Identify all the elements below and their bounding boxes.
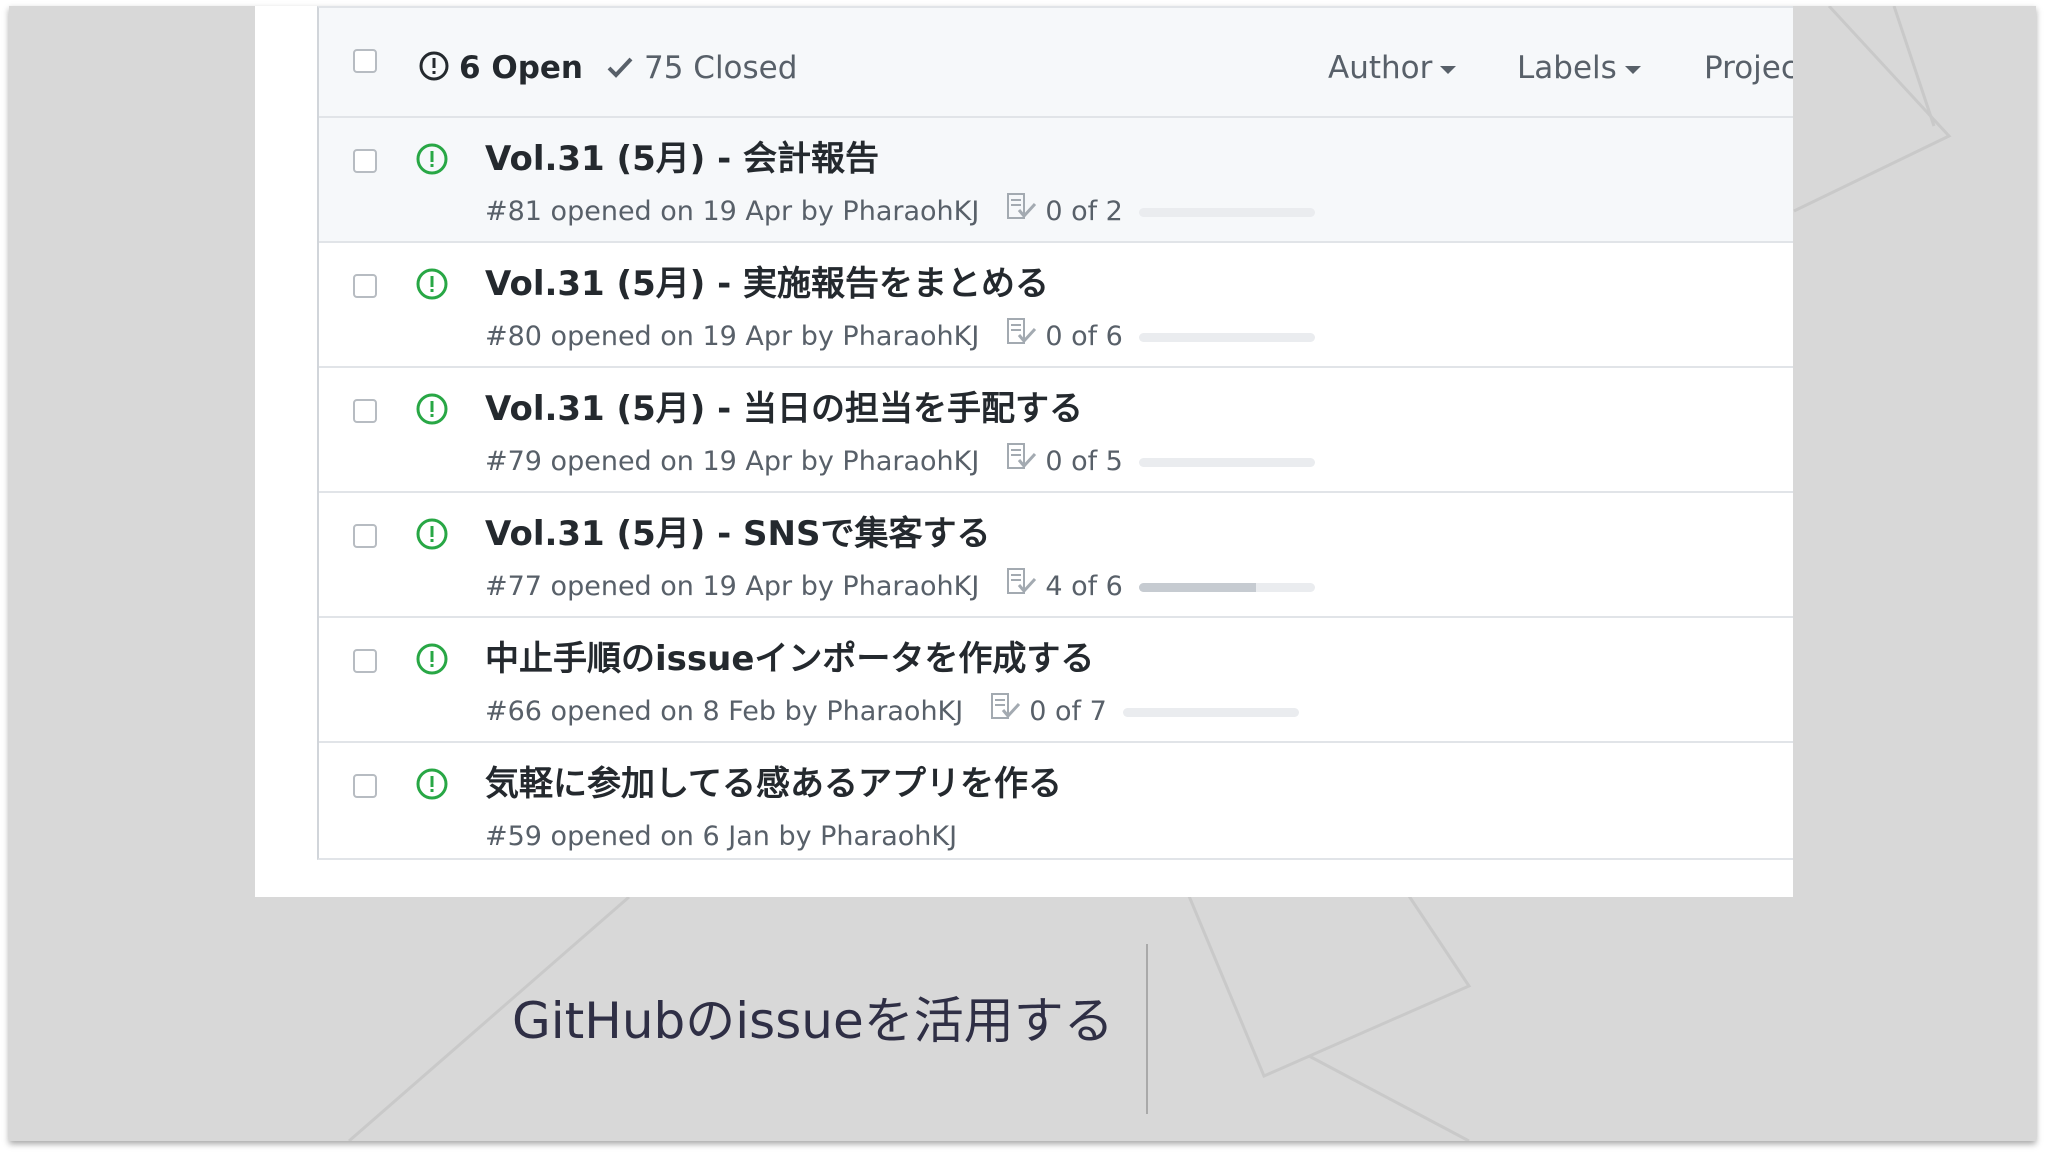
issue-checkbox[interactable] — [353, 274, 377, 298]
issue-title-link[interactable]: Vol.31 (5月) - 当日の担当を手配する — [485, 387, 1083, 431]
progress-bar — [1138, 582, 1315, 592]
tasklist-icon — [1007, 568, 1037, 606]
progress-bar — [1138, 207, 1315, 217]
divider — [1146, 944, 1148, 1114]
issue-opened-icon — [418, 50, 450, 86]
task-count: 0 of 5 — [1045, 446, 1123, 477]
check-icon — [605, 52, 635, 86]
chevron-down-icon — [1440, 65, 1457, 74]
task-progress[interactable]: 0 of 7 — [991, 693, 1299, 731]
issue-row[interactable]: Vol.31 (5月) - 会計報告 #81 opened on 19 Apr … — [319, 118, 1793, 243]
task-count: 4 of 6 — [1045, 571, 1123, 602]
issue-opened-icon — [415, 142, 449, 180]
issue-meta: #79 opened on 19 Apr by PharaohKJ 0 of 5 — [485, 443, 1315, 481]
labels-filter[interactable]: Labels — [1517, 49, 1641, 87]
issue-meta-text: #79 opened on 19 Apr by PharaohKJ — [485, 446, 980, 477]
issue-meta-text: #81 opened on 19 Apr by PharaohKJ — [485, 196, 980, 227]
issue-checkbox[interactable] — [353, 149, 377, 173]
author-filter[interactable]: Author — [1328, 49, 1457, 87]
issue-opened-icon — [415, 517, 449, 555]
issue-meta: #77 opened on 19 Apr by PharaohKJ 4 of 6 — [485, 568, 1315, 606]
issue-checkbox[interactable] — [353, 649, 377, 673]
issue-row[interactable]: Vol.31 (5月) - SNSで集客する #77 opened on 19 … — [319, 493, 1793, 618]
task-count: 0 of 6 — [1045, 321, 1123, 352]
progress-bar — [1138, 332, 1315, 342]
projects-filter-label: Project — [1704, 50, 1793, 86]
issue-row[interactable]: 中止手順のissueインポータを作成する #66 opened on 8 Feb… — [319, 618, 1793, 743]
task-progress[interactable]: 0 of 2 — [1007, 193, 1315, 231]
task-progress[interactable]: 4 of 6 — [1007, 568, 1315, 606]
issue-title-link[interactable]: 中止手順のissueインポータを作成する — [485, 637, 1094, 681]
issue-checkbox[interactable] — [353, 399, 377, 423]
task-progress[interactable]: 0 of 5 — [1007, 443, 1315, 481]
progress-bar — [1122, 707, 1299, 717]
open-issues-tab[interactable]: 6 Open — [459, 49, 583, 87]
projects-filter[interactable]: Project — [1704, 49, 1793, 87]
issue-opened-icon — [415, 642, 449, 680]
progress-bar — [1138, 457, 1315, 467]
task-progress[interactable]: 0 of 6 — [1007, 318, 1315, 356]
issue-meta-text: #59 opened on 6 Jan by PharaohKJ — [485, 821, 958, 852]
issue-row[interactable]: Vol.31 (5月) - 当日の担当を手配する #79 opened on 1… — [319, 368, 1793, 493]
closed-issues-tab[interactable]: 75 Closed — [644, 49, 797, 87]
issue-meta: #81 opened on 19 Apr by PharaohKJ 0 of 2 — [485, 193, 1315, 231]
chevron-down-icon — [1624, 65, 1641, 74]
issue-meta: #66 opened on 8 Feb by PharaohKJ 0 of 7 — [485, 693, 1299, 731]
issue-opened-icon — [415, 767, 449, 805]
issue-meta-text: #77 opened on 19 Apr by PharaohKJ — [485, 571, 980, 602]
tasklist-icon — [1007, 193, 1037, 231]
issues-panel: 6 Open 75 Closed Author Labels Project — [255, 6, 1793, 897]
issue-checkbox[interactable] — [353, 774, 377, 798]
issue-meta: #59 opened on 6 Jan by PharaohKJ — [485, 819, 957, 855]
issue-meta: #80 opened on 19 Apr by PharaohKJ 0 of 6 — [485, 318, 1315, 356]
issues-header: 6 Open 75 Closed Author Labels Project — [319, 8, 1793, 118]
issue-list: 6 Open 75 Closed Author Labels Project — [317, 6, 1793, 860]
tasklist-icon — [1007, 318, 1037, 356]
tasklist-icon — [1007, 443, 1037, 481]
author-filter-label: Author — [1328, 50, 1433, 86]
issue-checkbox[interactable] — [353, 524, 377, 548]
issue-title-link[interactable]: Vol.31 (5月) - 実施報告をまとめる — [485, 262, 1049, 306]
labels-filter-label: Labels — [1517, 50, 1617, 86]
issue-title-link[interactable]: 気軽に参加してる感あるアプリを作る — [485, 762, 1062, 806]
issue-meta-text: #80 opened on 19 Apr by PharaohKJ — [485, 321, 980, 352]
slide: 6 Open 75 Closed Author Labels Project — [9, 6, 2036, 1141]
select-all-checkbox[interactable] — [353, 49, 377, 73]
issue-row[interactable]: Vol.31 (5月) - 実施報告をまとめる #80 opened on 19… — [319, 243, 1793, 368]
issue-opened-icon — [415, 267, 449, 305]
issue-title-link[interactable]: Vol.31 (5月) - 会計報告 — [485, 137, 879, 181]
slide-caption: GitHubのissueを活用する — [512, 992, 1114, 1050]
issue-title-link[interactable]: Vol.31 (5月) - SNSで集客する — [485, 512, 990, 556]
task-count: 0 of 7 — [1029, 696, 1107, 727]
issue-opened-icon — [415, 392, 449, 430]
task-count: 0 of 2 — [1045, 196, 1123, 227]
issue-meta-text: #66 opened on 8 Feb by PharaohKJ — [485, 696, 964, 727]
issue-row[interactable]: 気軽に参加してる感あるアプリを作る #59 opened on 6 Jan by… — [319, 743, 1793, 858]
tasklist-icon — [991, 693, 1021, 731]
